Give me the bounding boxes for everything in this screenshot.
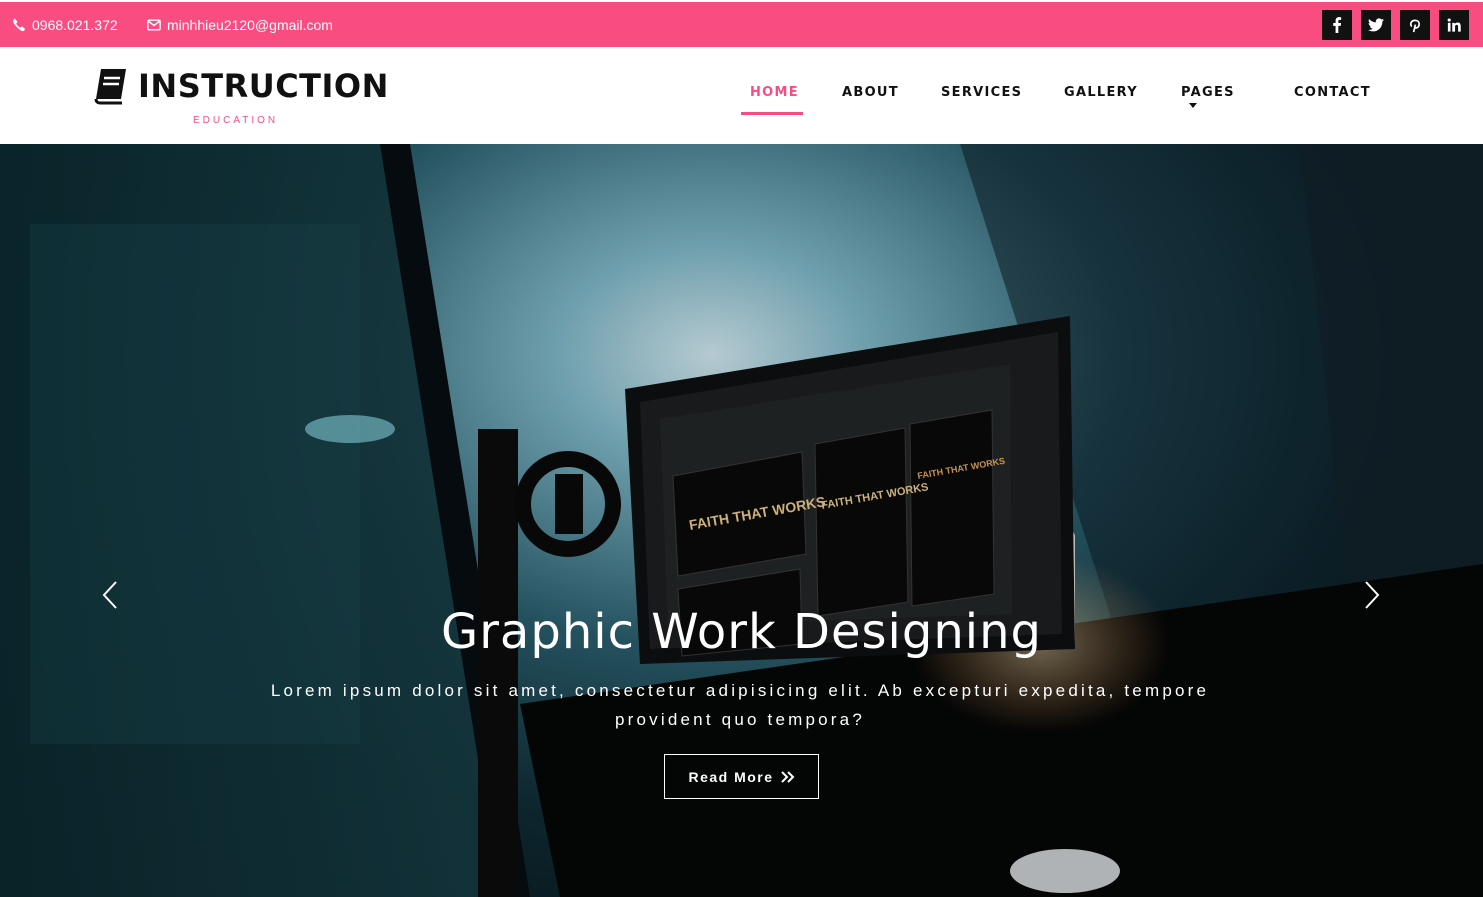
site-header: INSTRUCTION EDUCATION HOME ABOUT SERVICE…: [0, 47, 1483, 144]
nav-home[interactable]: HOME: [750, 85, 799, 100]
brand-subtitle: EDUCATION: [193, 115, 279, 126]
top-bar: 0968.021.372 minhhieu2120@gmail.com: [0, 0, 1483, 47]
twitter-icon[interactable]: [1361, 10, 1391, 40]
site-logo[interactable]: INSTRUCTION: [92, 67, 389, 105]
envelope-icon: [147, 18, 161, 31]
double-chevron-right-icon: [780, 770, 794, 783]
email-contact[interactable]: minhhieu2120@gmail.com: [147, 2, 333, 47]
nav-services[interactable]: SERVICES: [941, 85, 1022, 100]
hero-description: Lorem ipsum dolor sit amet, consectetur …: [270, 681, 1210, 729]
phone-icon: [13, 18, 25, 31]
phone-contact[interactable]: 0968.021.372: [12, 2, 118, 47]
email-address: minhhieu2120@gmail.com: [167, 16, 333, 33]
hero-slider: FAITH THAT WORKS FAITH THAT WORKS FAITH …: [0, 144, 1483, 897]
nav-about[interactable]: ABOUT: [842, 85, 899, 100]
social-links: [1322, 10, 1469, 40]
facebook-icon[interactable]: [1322, 10, 1352, 40]
linkedin-icon[interactable]: [1439, 10, 1469, 40]
read-more-button[interactable]: Read More: [664, 754, 819, 799]
nav-active-indicator: [741, 112, 803, 115]
nav-pages-label: PAGES: [1181, 85, 1235, 100]
hero-title: Graphic Work Designing: [441, 604, 1042, 660]
brand-title: INSTRUCTION: [138, 67, 389, 105]
phone-number: 0968.021.372: [32, 16, 118, 33]
caret-down-icon: [1189, 103, 1197, 108]
nav-gallery[interactable]: GALLERY: [1064, 85, 1138, 100]
book-icon: [94, 69, 126, 105]
read-more-label: Read More: [688, 768, 774, 785]
nav-pages-dropdown[interactable]: PAGES: [1181, 85, 1235, 115]
pinterest-icon[interactable]: [1400, 10, 1430, 40]
nav-contact[interactable]: CONTACT: [1294, 85, 1371, 100]
